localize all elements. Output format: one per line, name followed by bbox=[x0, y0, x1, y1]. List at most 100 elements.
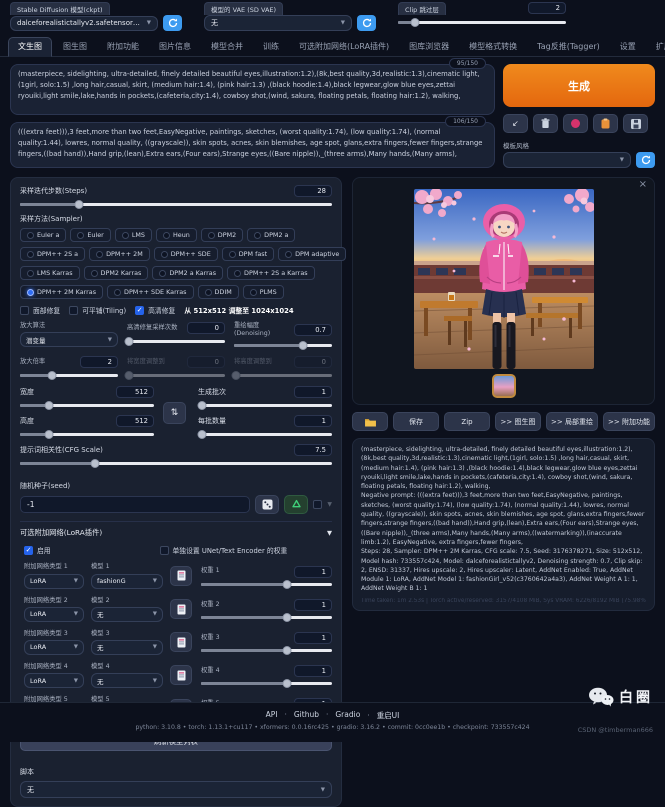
batch-count-slider[interactable] bbox=[198, 401, 332, 410]
slider-handle[interactable] bbox=[298, 341, 307, 350]
footer-link[interactable]: 重启UI bbox=[360, 710, 399, 721]
cfg-input[interactable]: 7.5 bbox=[294, 444, 332, 456]
hires-steps-slider[interactable] bbox=[127, 337, 225, 346]
denoising-slider[interactable] bbox=[234, 341, 332, 350]
clip-skip-slider[interactable] bbox=[398, 18, 566, 27]
addnet-weight-slider[interactable] bbox=[201, 580, 332, 589]
addnet-weight-input[interactable]: 1 bbox=[294, 599, 332, 611]
addnet-weight-slider[interactable] bbox=[201, 613, 332, 622]
tab[interactable]: 附加功能 bbox=[98, 38, 148, 56]
random-seed-button[interactable] bbox=[255, 495, 279, 514]
batch-size-slider[interactable] bbox=[198, 430, 332, 439]
addnet-model-select[interactable]: 无▼ bbox=[91, 673, 163, 688]
footer-link[interactable]: Gradio bbox=[319, 710, 360, 721]
addnet-type-select[interactable]: LoRA▼ bbox=[24, 607, 84, 622]
slider-handle[interactable] bbox=[75, 200, 84, 209]
sampler-option[interactable]: PLMS bbox=[243, 285, 284, 299]
save-style-button[interactable] bbox=[623, 114, 648, 133]
sampler-option[interactable]: DPM fast bbox=[222, 247, 274, 261]
reuse-seed-button[interactable] bbox=[284, 495, 308, 514]
width-slider[interactable] bbox=[20, 401, 154, 410]
addnet-weight-slider[interactable] bbox=[201, 679, 332, 688]
styles-select[interactable]: ▼ bbox=[503, 152, 631, 168]
tab[interactable]: Tag反推(Tagger) bbox=[528, 38, 609, 56]
hires-fix-checkbox[interactable]: ✓高清修复 bbox=[135, 305, 175, 315]
extra-networks-button[interactable] bbox=[563, 114, 588, 133]
addnet-weight-input[interactable]: 1 bbox=[294, 566, 332, 578]
sampler-option[interactable]: DPM adaptive bbox=[278, 247, 346, 261]
addnet-weight-slider[interactable] bbox=[201, 646, 332, 655]
checkpoint-refresh-button[interactable] bbox=[163, 15, 182, 31]
sampler-option[interactable]: DPM++ 2M Karras bbox=[20, 285, 103, 299]
sampler-option[interactable]: DDIM bbox=[198, 285, 239, 299]
clear-prompt-button[interactable] bbox=[533, 114, 558, 133]
output-action-button[interactable]: Zip bbox=[444, 412, 490, 431]
sampler-option[interactable]: DPM++ SDE Karras bbox=[107, 285, 193, 299]
paste-params-button[interactable]: ↙ bbox=[503, 114, 528, 133]
addnet-type-select[interactable]: LoRA▼ bbox=[24, 673, 84, 688]
slider-handle[interactable] bbox=[45, 401, 54, 410]
gallery-thumbnail[interactable] bbox=[492, 374, 516, 398]
footer-link[interactable]: API bbox=[266, 710, 278, 721]
addnet-weight-input[interactable]: 1 bbox=[294, 665, 332, 677]
tab[interactable]: 扩展 bbox=[647, 38, 665, 56]
checkpoint-select[interactable]: dalceforealistictallyv2.safetensors [733… bbox=[10, 16, 158, 31]
output-action-button[interactable]: >> 附加功能 bbox=[603, 412, 655, 431]
footer-link[interactable]: Github bbox=[277, 710, 319, 721]
slider-handle[interactable] bbox=[198, 430, 207, 439]
addnet-weight-input[interactable]: 1 bbox=[294, 632, 332, 644]
tab[interactable]: 文生图 bbox=[8, 37, 52, 57]
generated-image[interactable] bbox=[414, 189, 594, 369]
sampler-option[interactable]: DPM++ SDE bbox=[154, 247, 218, 261]
sampler-option[interactable]: DPM++ 2S a Karras bbox=[227, 266, 315, 280]
sampler-option[interactable]: Heun bbox=[156, 228, 197, 242]
addnet-enable-checkbox[interactable]: ✓启用 bbox=[24, 545, 160, 555]
vae-select[interactable]: 无 ▼ bbox=[204, 15, 352, 31]
slider-handle[interactable] bbox=[283, 580, 292, 589]
addnet-accordion-header[interactable]: 可选附加网络(LoRA插件) ▼ bbox=[20, 528, 332, 538]
seed-input[interactable] bbox=[20, 496, 250, 513]
addnet-model-select[interactable]: 无▼ bbox=[91, 640, 163, 655]
tab[interactable]: 图库浏览器 bbox=[400, 38, 458, 56]
prompt-input[interactable]: (masterpiece, sidelighting, ultra-detail… bbox=[18, 69, 487, 106]
tab[interactable]: 可选附加网络(LoRA插件) bbox=[290, 38, 398, 56]
denoising-input[interactable]: 0.7 bbox=[294, 324, 332, 336]
slider-handle[interactable] bbox=[283, 679, 292, 688]
tiling-checkbox[interactable]: 可平铺(Tiling) bbox=[69, 305, 126, 315]
slider-handle[interactable] bbox=[90, 459, 99, 468]
slider-handle[interactable] bbox=[45, 430, 54, 439]
sampler-option[interactable]: DPM2 a Karras bbox=[152, 266, 223, 280]
tab[interactable]: 模型格式转换 bbox=[460, 38, 526, 56]
slider-handle[interactable] bbox=[283, 646, 292, 655]
slider-handle[interactable] bbox=[48, 371, 57, 380]
swap-dimensions-button[interactable]: ⇅ bbox=[163, 402, 186, 424]
steps-input[interactable]: 28 bbox=[294, 185, 332, 197]
output-action-button[interactable]: >> 图生图 bbox=[495, 412, 541, 431]
sampler-option[interactable]: Euler a bbox=[20, 228, 66, 242]
sampler-option[interactable]: LMS Karras bbox=[20, 266, 80, 280]
cfg-slider[interactable] bbox=[20, 459, 332, 468]
sampler-option[interactable]: LMS bbox=[115, 228, 152, 242]
negative-prompt-input[interactable]: (((extra feet))),3 feet,more than two fe… bbox=[18, 127, 487, 159]
width-input[interactable]: 512 bbox=[116, 386, 154, 398]
addnet-model-select[interactable]: 无▼ bbox=[91, 607, 163, 622]
tab[interactable]: 图生图 bbox=[54, 38, 96, 56]
model-info-button[interactable] bbox=[170, 566, 192, 586]
generate-button[interactable]: 生成 bbox=[503, 64, 655, 107]
sampler-option[interactable]: Euler bbox=[70, 228, 110, 242]
upscale-by-input[interactable]: 2 bbox=[80, 356, 118, 368]
upscale-by-slider[interactable] bbox=[20, 371, 118, 380]
batch-count-input[interactable]: 1 bbox=[294, 386, 332, 398]
sampler-option[interactable]: DPM++ 2M bbox=[89, 247, 150, 261]
upscaler-select[interactable]: 潜变量 ▼ bbox=[20, 332, 118, 347]
script-select[interactable]: 无 ▼ bbox=[20, 781, 332, 798]
tab[interactable]: 训练 bbox=[254, 38, 288, 56]
tab[interactable]: 图片信息 bbox=[150, 38, 200, 56]
model-info-button[interactable] bbox=[170, 599, 192, 619]
sampler-option[interactable]: DPM2 a bbox=[247, 228, 295, 242]
extra-seed-checkbox[interactable] bbox=[313, 500, 322, 509]
open-folder-button[interactable] bbox=[352, 412, 388, 431]
tab[interactable]: 设置 bbox=[611, 38, 645, 56]
hires-steps-input[interactable]: 0 bbox=[187, 322, 225, 334]
slider-handle[interactable] bbox=[124, 337, 133, 346]
